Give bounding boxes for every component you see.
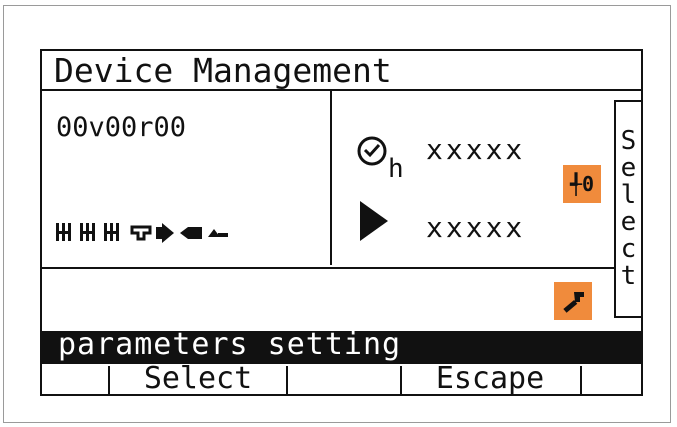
arrow-icon: [208, 229, 228, 237]
select-vertical-button[interactable]: S e l e c t: [614, 100, 643, 318]
wrench-button[interactable]: [554, 282, 592, 320]
firmware-version: 00v00r00: [56, 112, 187, 143]
page-title: Device Management: [54, 51, 392, 90]
clock-icon: h: [357, 136, 404, 183]
drop-icon: [180, 227, 202, 239]
status-text: parameters setting: [58, 327, 402, 362]
softkey-bar: Select Escape: [42, 364, 641, 394]
counter-reset-icon: ╃0: [569, 172, 595, 196]
wrench-icon: [563, 292, 584, 313]
horizontal-divider: [42, 267, 615, 269]
softkey-escape-button[interactable]: Escape: [402, 364, 578, 394]
battery-bars-icon: [80, 223, 95, 241]
select-letter: e: [620, 207, 637, 237]
status-bar: parameters setting: [42, 327, 641, 364]
hours-unit: h: [388, 154, 404, 183]
play-icon: [360, 201, 388, 241]
softkey-3[interactable]: [288, 364, 400, 394]
vertical-divider: [330, 91, 332, 265]
valve-icon: [130, 225, 152, 241]
select-letter: t: [620, 261, 637, 291]
flow-icon: [156, 223, 174, 243]
select-letter: c: [620, 234, 637, 264]
softkey-5[interactable]: [582, 364, 641, 394]
lcd-display: Device Management 00v00r00 h xxxxx xxxxx…: [40, 49, 643, 396]
counter-reset-button[interactable]: ╃0: [563, 165, 601, 203]
select-letter: l: [620, 180, 637, 210]
title-bar: Device Management: [42, 51, 641, 91]
status-icons-row: [56, 223, 228, 243]
operating-hours-value: xxxxx: [426, 133, 526, 166]
softkey-1[interactable]: [42, 364, 108, 394]
cycle-count-value: xxxxx: [426, 211, 526, 244]
battery-bars-icon: [56, 223, 71, 241]
select-letter: e: [620, 153, 637, 183]
battery-bars-icon: [104, 223, 119, 241]
select-letter: S: [620, 126, 637, 156]
softkey-select-button[interactable]: Select: [110, 364, 286, 394]
